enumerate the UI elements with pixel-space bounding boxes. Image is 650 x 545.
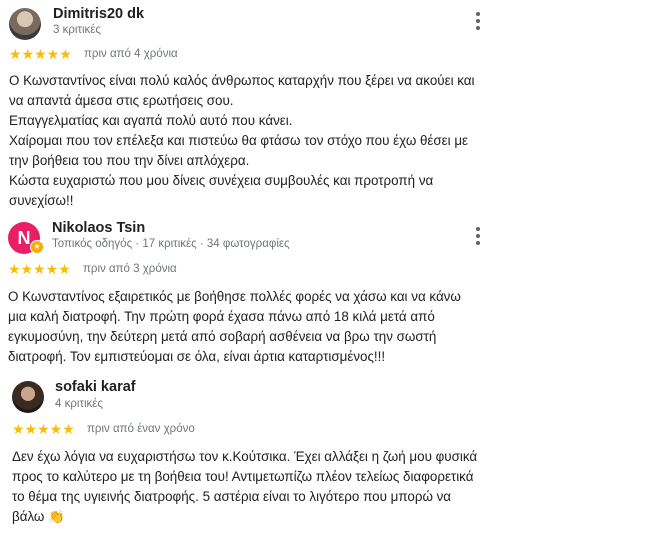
review-text: Δεν έχω λόγια να ευχαριστήσω τον κ.Κούτσ…: [12, 447, 477, 527]
review-text-line: Ο Κωνσταντίνος είναι πολύ καλός άνθρωπος…: [9, 73, 475, 88]
more-vert-icon[interactable]: [468, 9, 488, 33]
review-date: πριν από έναν χρόνο: [87, 423, 195, 435]
review-text-line: μια καλή διατροφή. Την πρώτη φορά έχασα …: [8, 309, 435, 324]
avatar[interactable]: [12, 381, 44, 413]
review-date: πριν από 3 χρόνια: [83, 263, 177, 275]
reviewer-name[interactable]: Nikolaos Tsin: [52, 220, 145, 236]
review-text-line: συνεχίσω!!: [9, 193, 74, 208]
review-text-line: Δεν έχω λόγια να ευχαριστήσω τον κ.Κούτσ…: [12, 449, 478, 464]
review-text-line: το θέμα της υγιεινής διατροφής. 5 αστέρι…: [12, 489, 452, 504]
review-text-line: Επαγγελματίας και αγαπά πολύ αυτό που κά…: [9, 113, 293, 128]
reviewer-meta[interactable]: 3 κριτικές: [53, 24, 101, 36]
avatar[interactable]: [9, 8, 41, 40]
star-rating: ★★★★★: [12, 421, 75, 437]
star-rating: ★★★★★: [8, 261, 71, 277]
review-text-line: την βοήθεια του που την δίνει απλόχερα.: [9, 153, 250, 168]
reviewer-meta[interactable]: 4 κριτικές: [55, 398, 103, 410]
review-text: Ο Κωνσταντίνος εξαιρετικός με βοήθησε πο…: [8, 287, 461, 367]
reviewer-name[interactable]: sofaki karaf: [55, 379, 136, 395]
review-text: Ο Κωνσταντίνος είναι πολύ καλός άνθρωπος…: [9, 71, 475, 211]
review-date: πριν από 4 χρόνια: [84, 48, 178, 60]
review-text-line: Χαίρομαι που τον επέλεξα και πιστεύω θα …: [9, 133, 469, 148]
review-text-line: Κώστα ευχαριστώ που μου δίνεις συνέχεια …: [9, 173, 434, 188]
review-text-line: βάλω 👏: [12, 509, 65, 524]
review-text-line: εγκυμοσύνη, την δεύτερη μετά από σοβαρή …: [8, 329, 437, 344]
reviewer-name[interactable]: Dimitris20 dk: [53, 6, 144, 22]
review-text-line: Ο Κωνσταντίνος εξαιρετικός με βοήθησε πο…: [8, 289, 461, 304]
star-rating: ★★★★★: [9, 46, 72, 62]
review-text-line: προς το καλύτερο με τη βοήθεια του! Αντι…: [12, 469, 474, 484]
review-text-line: διατροφή. Τον εμπιστεύομαι σε όλα, είναι…: [8, 349, 386, 364]
reviewer-meta[interactable]: Τοπικός οδηγός · 17 κριτικές · 34 φωτογρ…: [52, 238, 290, 250]
local-guide-icon: ★: [30, 240, 44, 254]
more-vert-icon[interactable]: [468, 224, 488, 248]
review-text-line: να απαντά άμεσα στις ερωτήσεις σου.: [9, 93, 234, 108]
